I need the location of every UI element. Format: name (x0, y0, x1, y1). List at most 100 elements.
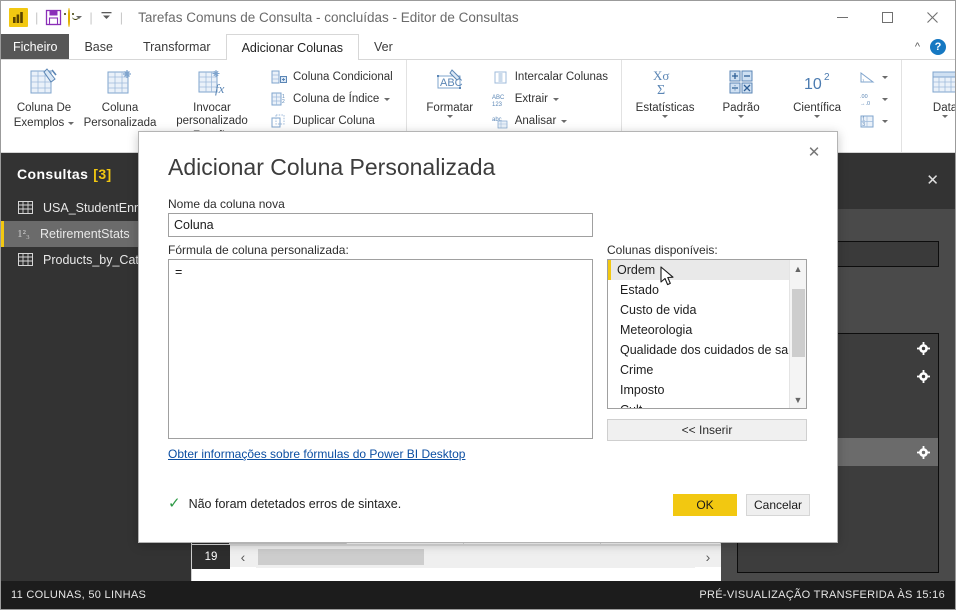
gear-icon[interactable] (917, 369, 930, 383)
chevron-down-icon[interactable] (561, 119, 568, 123)
chevron-down-icon[interactable] (552, 97, 559, 101)
ribbon-tab-right-controls: ^ ? (915, 34, 955, 59)
coluna-de-exemplos-button[interactable]: Coluna De Exemplos (6, 63, 82, 130)
padrao-label: Padrão (722, 102, 760, 114)
save-icon[interactable] (45, 9, 62, 26)
available-columns-label: Colunas disponíveis: (607, 243, 718, 257)
chevron-down-icon[interactable]: ▼ (790, 391, 806, 408)
cientifica-button[interactable]: 10 2 Científica (779, 63, 855, 118)
statistics-icon: Xσ Σ (648, 66, 682, 100)
duplicate-column-icon (270, 113, 288, 130)
chevron-down-icon[interactable] (738, 115, 745, 118)
available-columns-listbox[interactable]: Ordem Estado Custo de vida Meteorologia … (607, 259, 807, 409)
coluna-de-indice-button[interactable]: 1 2 Coluna de Índice (268, 88, 399, 110)
duplicar-coluna-label: Duplicar Coluna (293, 115, 375, 127)
list-item[interactable]: Estado (608, 280, 789, 300)
chevron-up-icon[interactable]: ▲ (790, 260, 806, 277)
query-item-label: Products_by_Categ (43, 253, 153, 267)
close-icon[interactable]: ✕ (926, 171, 939, 189)
qat-divider-3: | (119, 10, 124, 25)
chevron-down-icon[interactable] (942, 115, 949, 118)
coluna-personalizada-label-1: Coluna (101, 102, 139, 114)
chevron-down-icon[interactable] (384, 97, 391, 101)
svg-text:2: 2 (282, 99, 285, 105)
list-item[interactable]: Crime (608, 360, 789, 380)
information-icon: 1 3 (859, 113, 877, 130)
chevron-down-icon[interactable] (662, 115, 669, 118)
close-icon[interactable]: ✕ (801, 140, 827, 164)
chevron-right-icon[interactable]: › (695, 549, 721, 565)
smiley-icon[interactable] (68, 7, 80, 27)
gear-icon[interactable] (917, 341, 930, 355)
chevron-down-icon[interactable] (814, 115, 821, 118)
conditional-column-icon (270, 69, 288, 86)
intercalar-colunas-button[interactable]: Intercalar Colunas (490, 66, 614, 88)
chevron-down-icon[interactable] (882, 75, 889, 79)
list-item[interactable]: Cult (608, 400, 789, 408)
close-icon[interactable] (910, 1, 955, 34)
chevron-up-icon[interactable]: ^ (915, 41, 920, 53)
chevron-down-icon[interactable] (882, 97, 889, 101)
formula-input[interactable] (168, 259, 593, 439)
scientific-icon: 10 2 (800, 66, 834, 100)
qat-divider: | (35, 10, 39, 25)
queries-count: [3] (93, 166, 112, 182)
data-button[interactable]: Data (907, 63, 955, 118)
cancel-button[interactable]: Cancelar (746, 494, 810, 516)
list-item[interactable]: Meteorologia (608, 320, 789, 340)
list-item[interactable]: Qualidade dos cuidados de sa... (608, 340, 789, 360)
list-item[interactable]: Imposto (608, 380, 789, 400)
scrollbar-thumb[interactable] (792, 289, 805, 357)
column-name-label: Nome da coluna nova (168, 197, 285, 211)
dialog-title: Adicionar Coluna Personalizada (168, 154, 496, 180)
extrair-button[interactable]: ABC 123 Extrair (490, 88, 614, 110)
horizontal-scrollbar[interactable]: ‹ › (230, 545, 721, 568)
ok-button[interactable]: OK (673, 494, 737, 516)
table-icon (18, 201, 35, 215)
tab-ficheiro[interactable]: Ficheiro (1, 34, 70, 59)
tab-adicionar-colunas[interactable]: Adicionar Colunas (225, 34, 360, 60)
more-commands-icon[interactable] (100, 9, 113, 27)
chevron-left-icon[interactable]: ‹ (230, 549, 256, 565)
padrao-button[interactable]: Padrão (703, 63, 779, 118)
minimize-icon[interactable] (820, 1, 865, 34)
gear-icon[interactable] (917, 445, 930, 459)
estatisticas-button[interactable]: Xσ Σ Estatísticas (627, 63, 703, 118)
chevron-down-icon[interactable] (446, 115, 453, 118)
trigonometry-icon (859, 69, 877, 86)
chevron-down-icon[interactable] (68, 122, 75, 125)
help-icon[interactable]: ? (930, 38, 946, 55)
add-custom-column-dialog: ✕ Adicionar Coluna Personalizada Nome da… (138, 131, 838, 543)
chevron-down-icon[interactable] (882, 119, 889, 123)
listbox-items: Ordem Estado Custo de vida Meteorologia … (608, 260, 789, 408)
analisar-button[interactable]: abc Analisar (490, 110, 614, 132)
column-from-examples-icon (27, 66, 61, 100)
power-query-editor-window: | | | Tarefas Comuns de Consulta - concl… (0, 0, 956, 610)
insert-button[interactable]: << Inserir (607, 419, 807, 441)
invocar-funcao-label-1: Invocar personalizado (176, 102, 248, 127)
maximize-icon[interactable] (865, 1, 910, 34)
coluna-personalizada-button[interactable]: Coluna Personalizada (82, 63, 158, 130)
scrollbar-track[interactable] (256, 545, 695, 568)
list-item[interactable]: Ordem (608, 260, 789, 280)
tab-transformar[interactable]: Transformar (128, 34, 226, 59)
coluna-condicional-button[interactable]: Coluna Condicional (268, 66, 399, 88)
arredondamento-button[interactable]: .00 →.0 (857, 88, 894, 110)
merge-columns-icon (492, 69, 510, 86)
svg-text:Xσ: Xσ (653, 68, 669, 83)
tab-ver[interactable]: Ver (359, 34, 408, 59)
ribbon-group-datetime: Data Hora (902, 60, 955, 152)
svg-text:ABC: ABC (492, 95, 505, 101)
power-bi-icon (9, 8, 28, 27)
informacoes-button[interactable]: 1 3 (857, 110, 894, 132)
tab-base[interactable]: Base (69, 34, 128, 59)
list-item[interactable]: Custo de vida (608, 300, 789, 320)
table-row[interactable]: 19 ‹ › (192, 545, 721, 569)
formatar-button[interactable]: ABC Formatar (412, 63, 488, 118)
duplicar-coluna-button[interactable]: Duplicar Coluna (268, 110, 399, 132)
scrollbar-thumb[interactable] (258, 548, 424, 565)
column-name-input[interactable] (168, 213, 593, 237)
formula-help-link[interactable]: Obter informações sobre fórmulas do Powe… (168, 447, 465, 461)
listbox-scrollbar[interactable]: ▲ ▼ (789, 260, 806, 408)
trigonometria-button[interactable] (857, 66, 894, 88)
